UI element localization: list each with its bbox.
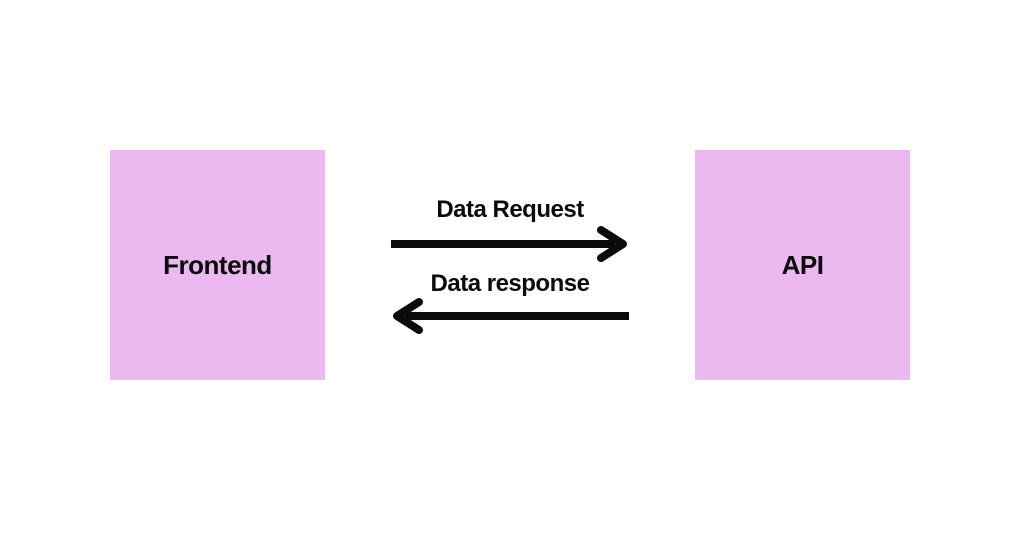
arrow-right-icon [385,226,635,262]
response-label: Data response [431,270,590,298]
diagram-container: Frontend Data Request Data response API [110,145,910,385]
api-box: API [695,150,910,380]
arrow-left-icon [385,298,635,334]
frontend-box: Frontend [110,150,325,380]
request-arrow-group: Data Request [331,196,689,262]
request-label: Data Request [436,196,583,224]
frontend-label: Frontend [163,250,272,281]
arrows-region: Data Request Data response [325,145,695,385]
response-arrow-group: Data response [331,268,689,334]
api-label: API [782,250,824,281]
